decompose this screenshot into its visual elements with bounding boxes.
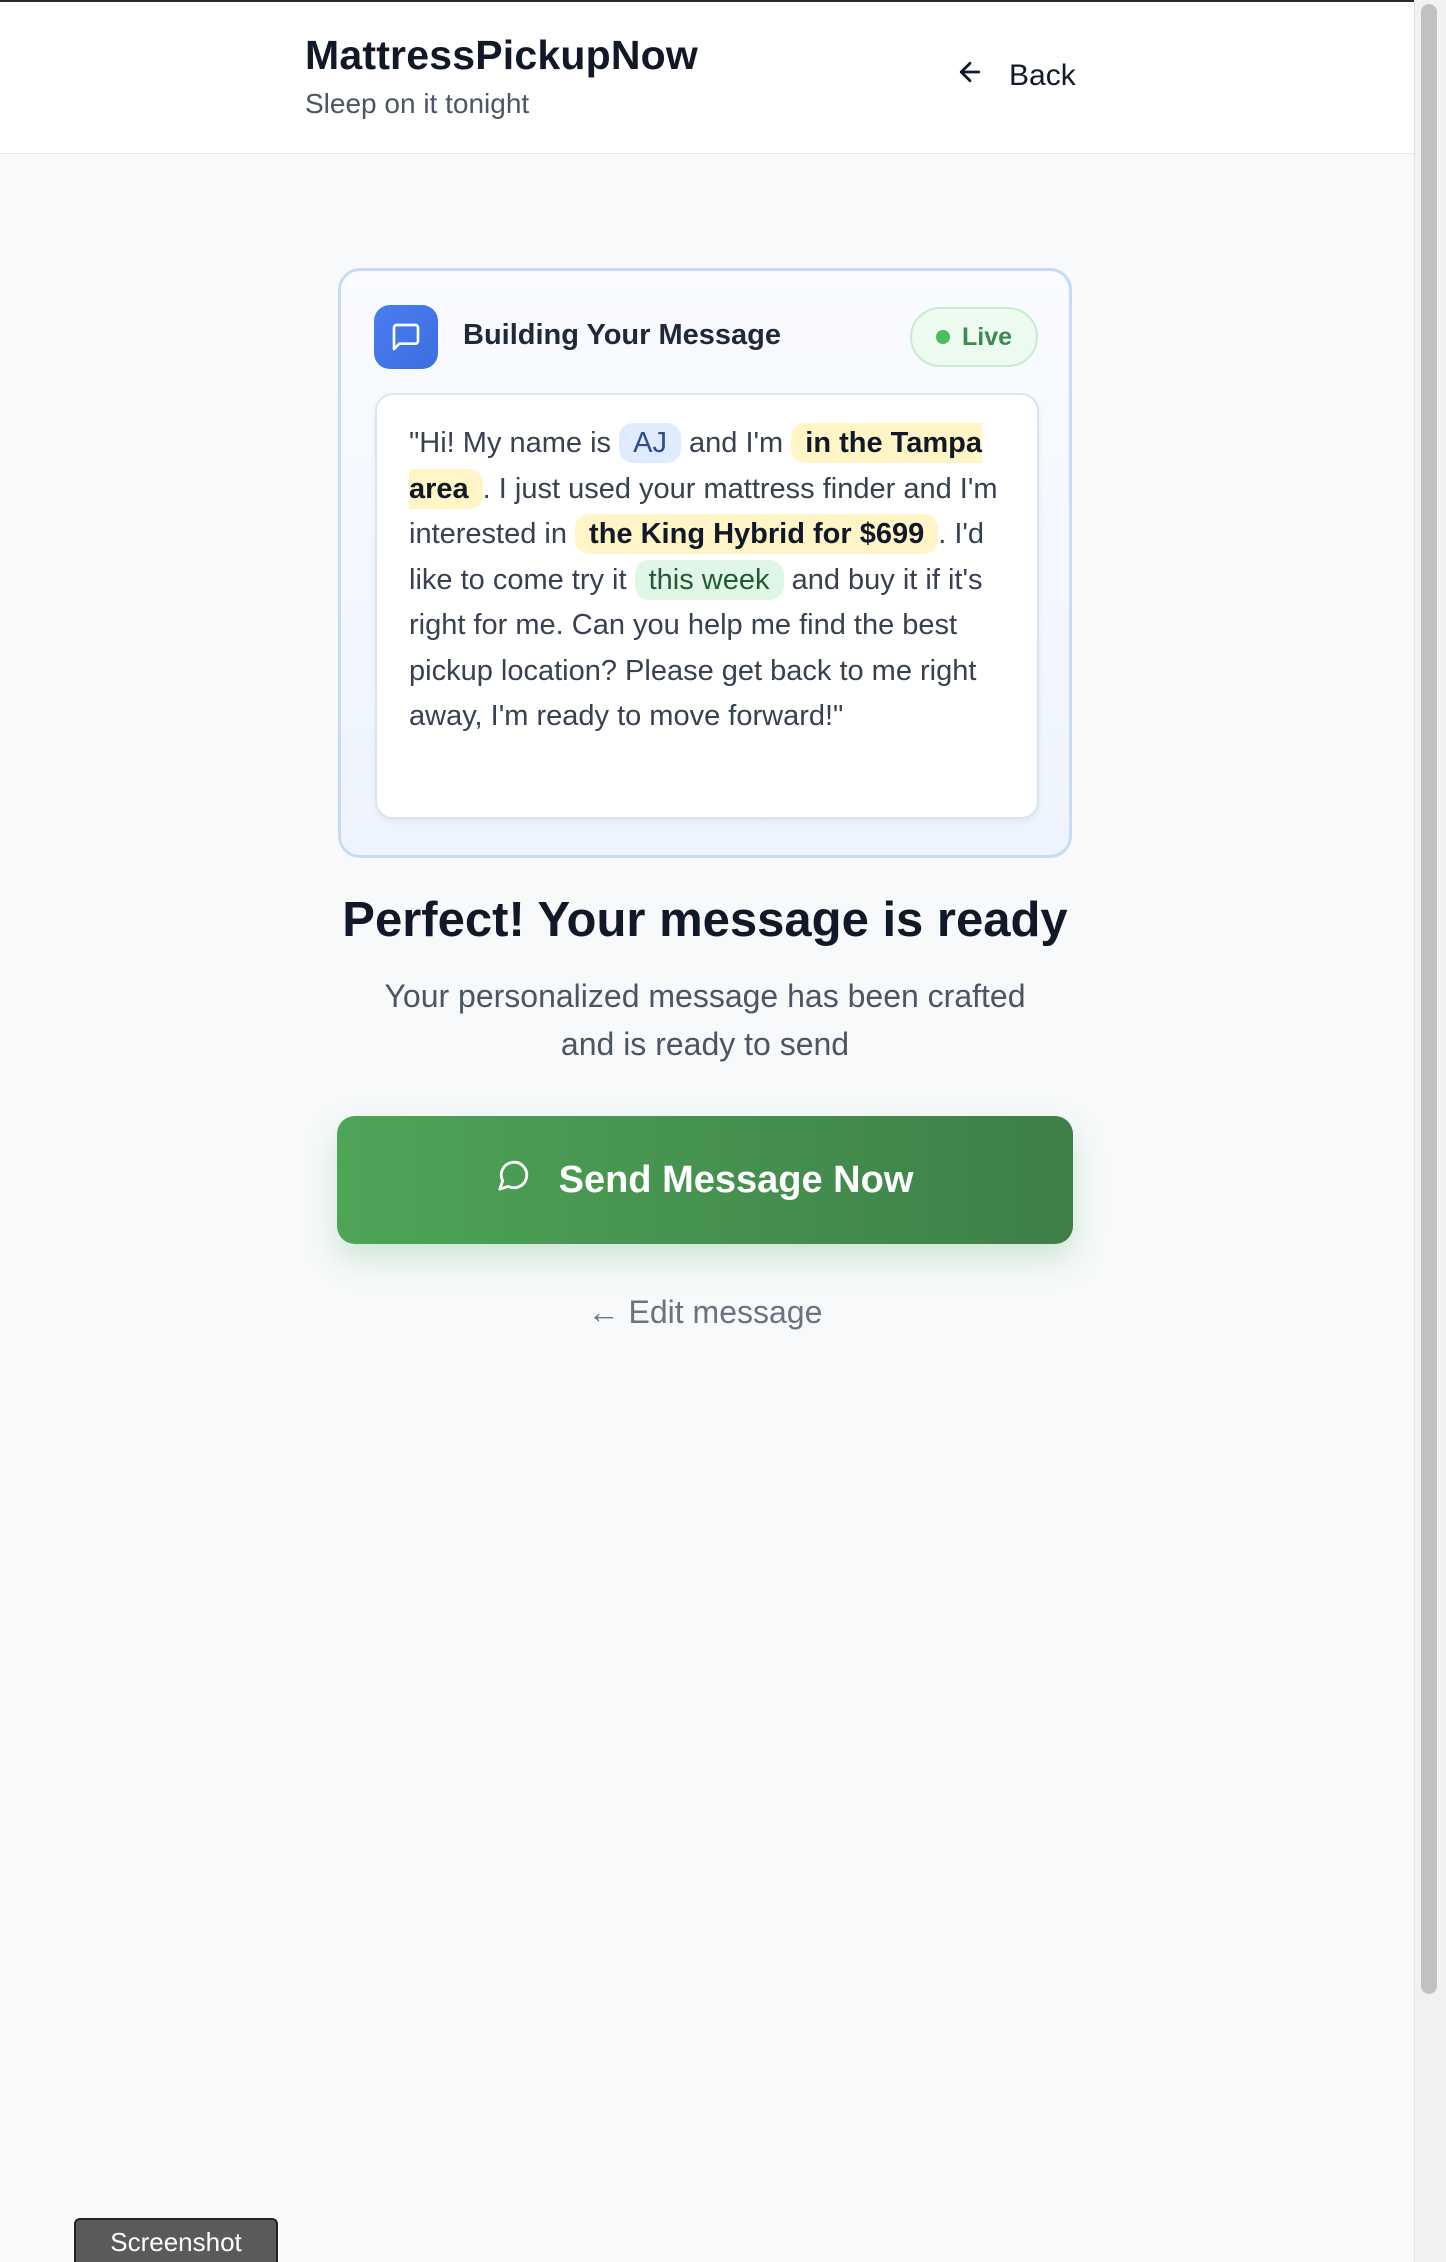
brand-title[interactable]: MattressPickupNow [305,32,698,79]
live-status-badge: Live [910,307,1038,367]
live-label: Live [961,322,1013,351]
back-label: Back [1009,59,1076,92]
card-title: Building Your Message [463,319,781,351]
product-token: the King Hybrid for $699 [575,514,939,554]
name-token: AJ [619,423,681,463]
page-title: Perfect! Your message is ready [342,893,1068,947]
message-builder-card: Building Your Message Live "Hi! My name … [338,268,1072,858]
arrow-left-icon [955,57,985,95]
timing-token: this week [634,559,784,600]
page: MattressPickupNow Sleep on it tonight Ba… [0,0,1414,2262]
send-button-label: Send Message Now [558,1158,914,1201]
message-text-part: and I'm [680,427,792,459]
message-text-part: "Hi! My name is [409,427,620,459]
live-dot-icon [935,330,950,344]
header: MattressPickupNow Sleep on it tonight Ba… [0,2,1414,154]
message-circle-icon [497,1158,531,1202]
brand-subtitle: Sleep on it tonight [305,88,530,119]
back-button[interactable]: Back [955,52,1076,100]
message-preview: "Hi! My name is AJ and I'm in the Tampa … [375,393,1039,819]
message-square-icon [374,305,438,369]
page-subtitle: Your personalized message has been craft… [384,978,1026,1062]
send-message-button[interactable]: Send Message Now [337,1116,1073,1244]
screenshot-button[interactable]: Screenshot [74,2218,278,2262]
scrollbar-thumb[interactable] [1421,4,1437,1994]
edit-message-link[interactable]: ← Edit message [0,1294,1410,1331]
